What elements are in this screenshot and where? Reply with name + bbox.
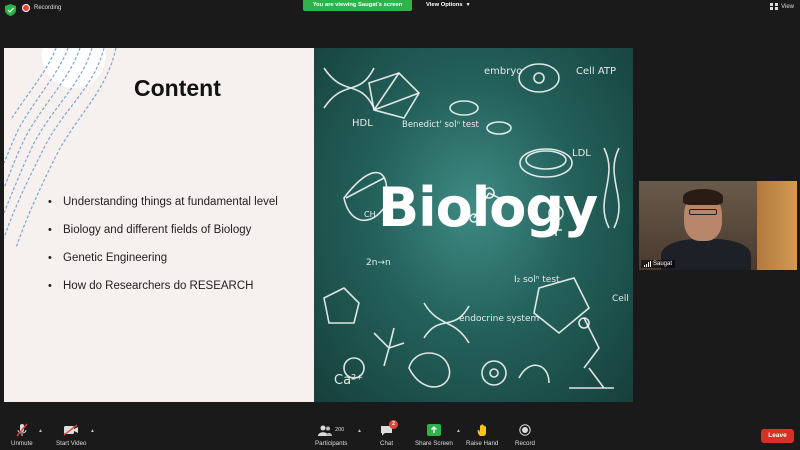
audio-options-caret-icon[interactable]: ▲ xyxy=(38,428,43,434)
chat-label: Chat xyxy=(380,440,394,447)
raise-hand-icon xyxy=(477,423,486,436)
zoom-meeting-window: Recording You are viewing Saugat's scree… xyxy=(0,0,800,450)
top-bar: Recording You are viewing Saugat's scree… xyxy=(0,0,800,20)
record-label: Record xyxy=(515,440,535,447)
chevron-down-icon: ▼ xyxy=(465,2,471,8)
security-shield-icon[interactable] xyxy=(5,4,16,16)
biology-headline: Biology xyxy=(378,176,598,239)
grid-view-icon xyxy=(770,3,779,10)
shared-screen: Content Understanding things at fundamen… xyxy=(4,48,633,402)
unmute-label: Unmute xyxy=(11,440,33,447)
biology-chalkboard-image: Biology embryo Cell ATP HDL Benedict' so… xyxy=(314,48,633,402)
view-options-button[interactable]: View Options ▼ xyxy=(420,0,477,11)
view-button[interactable]: View xyxy=(770,3,794,10)
share-screen-icon xyxy=(426,424,441,436)
participants-button[interactable]: 200 Participants xyxy=(315,423,347,447)
signal-strength-icon xyxy=(644,261,651,267)
participants-icon xyxy=(318,425,333,436)
participants-label: Participants xyxy=(315,440,348,447)
video-options-caret-icon[interactable]: ▲ xyxy=(90,428,95,434)
doodle-ldl: LDL xyxy=(572,148,591,159)
meeting-toolbar: Unmute ▲ Start Video ▲ 200 Participants … xyxy=(0,419,800,450)
start-video-label: Start Video xyxy=(56,440,87,447)
unmute-button[interactable]: Unmute xyxy=(11,423,33,447)
chat-unread-badge: 2 xyxy=(389,420,399,429)
raise-hand-label: Raise Hand xyxy=(466,440,499,447)
view-label: View xyxy=(781,3,794,10)
participant-name: Saugat xyxy=(653,261,673,267)
participant-hair xyxy=(683,189,723,205)
chat-button[interactable]: 2 Chat xyxy=(380,420,399,447)
doodle-embryo: embryo xyxy=(484,66,523,77)
bullet-item: Biology and different fields of Biology xyxy=(48,223,278,251)
recording-label: Recording xyxy=(34,5,62,11)
start-video-button[interactable]: Start Video xyxy=(56,423,87,447)
slide-text-panel: Content Understanding things at fundamen… xyxy=(4,48,314,402)
doodle-calcium: Ca²⁺ xyxy=(334,373,364,388)
raise-hand-button[interactable]: Raise Hand xyxy=(466,423,498,447)
bullet-item: Understanding things at fundamental leve… xyxy=(48,195,278,223)
bullet-item: Genetic Engineering xyxy=(48,251,278,279)
leave-button[interactable]: Leave xyxy=(761,429,794,443)
recording-indicator[interactable]: Recording xyxy=(22,4,61,12)
doodle-cell-atp: Cell ATP xyxy=(576,66,617,77)
record-icon xyxy=(519,424,531,436)
bullet-list: Understanding things at fundamental leve… xyxy=(48,195,278,307)
viewing-screen-banner: You are viewing Saugat's screen xyxy=(303,0,412,11)
bullet-item: How do Researchers do RESEARCH xyxy=(48,279,278,307)
doodle-ch: CH xyxy=(364,210,376,219)
participants-caret-icon[interactable]: ▲ xyxy=(357,428,362,434)
participant-glasses xyxy=(689,209,717,215)
participant-video-tile[interactable]: Saugat xyxy=(639,181,797,270)
doodle-2n: 2n→n xyxy=(366,258,391,268)
participants-count: 200 xyxy=(335,427,345,433)
recording-dot-icon xyxy=(22,4,30,12)
doodle-hdl: HDL xyxy=(352,118,373,129)
microphone-muted-icon xyxy=(16,423,28,437)
record-button[interactable]: Record xyxy=(515,423,535,447)
view-options-label: View Options xyxy=(426,2,463,8)
background-door xyxy=(757,181,797,270)
doodle-iodine-test: I₂ solⁿ test xyxy=(514,275,560,285)
video-camera-off-icon xyxy=(63,424,79,436)
share-screen-button[interactable]: Share Screen xyxy=(415,423,453,447)
share-screen-label: Share Screen xyxy=(415,440,453,447)
doodle-cell: Cell xyxy=(612,294,629,304)
doodle-benedict: Benedict' solⁿ test xyxy=(402,120,479,130)
doodle-endocrine: endocrine system xyxy=(459,314,540,324)
share-options-caret-icon[interactable]: ▲ xyxy=(456,428,461,434)
slide-title: Content xyxy=(134,75,221,101)
participant-name-tag: Saugat xyxy=(641,260,676,268)
